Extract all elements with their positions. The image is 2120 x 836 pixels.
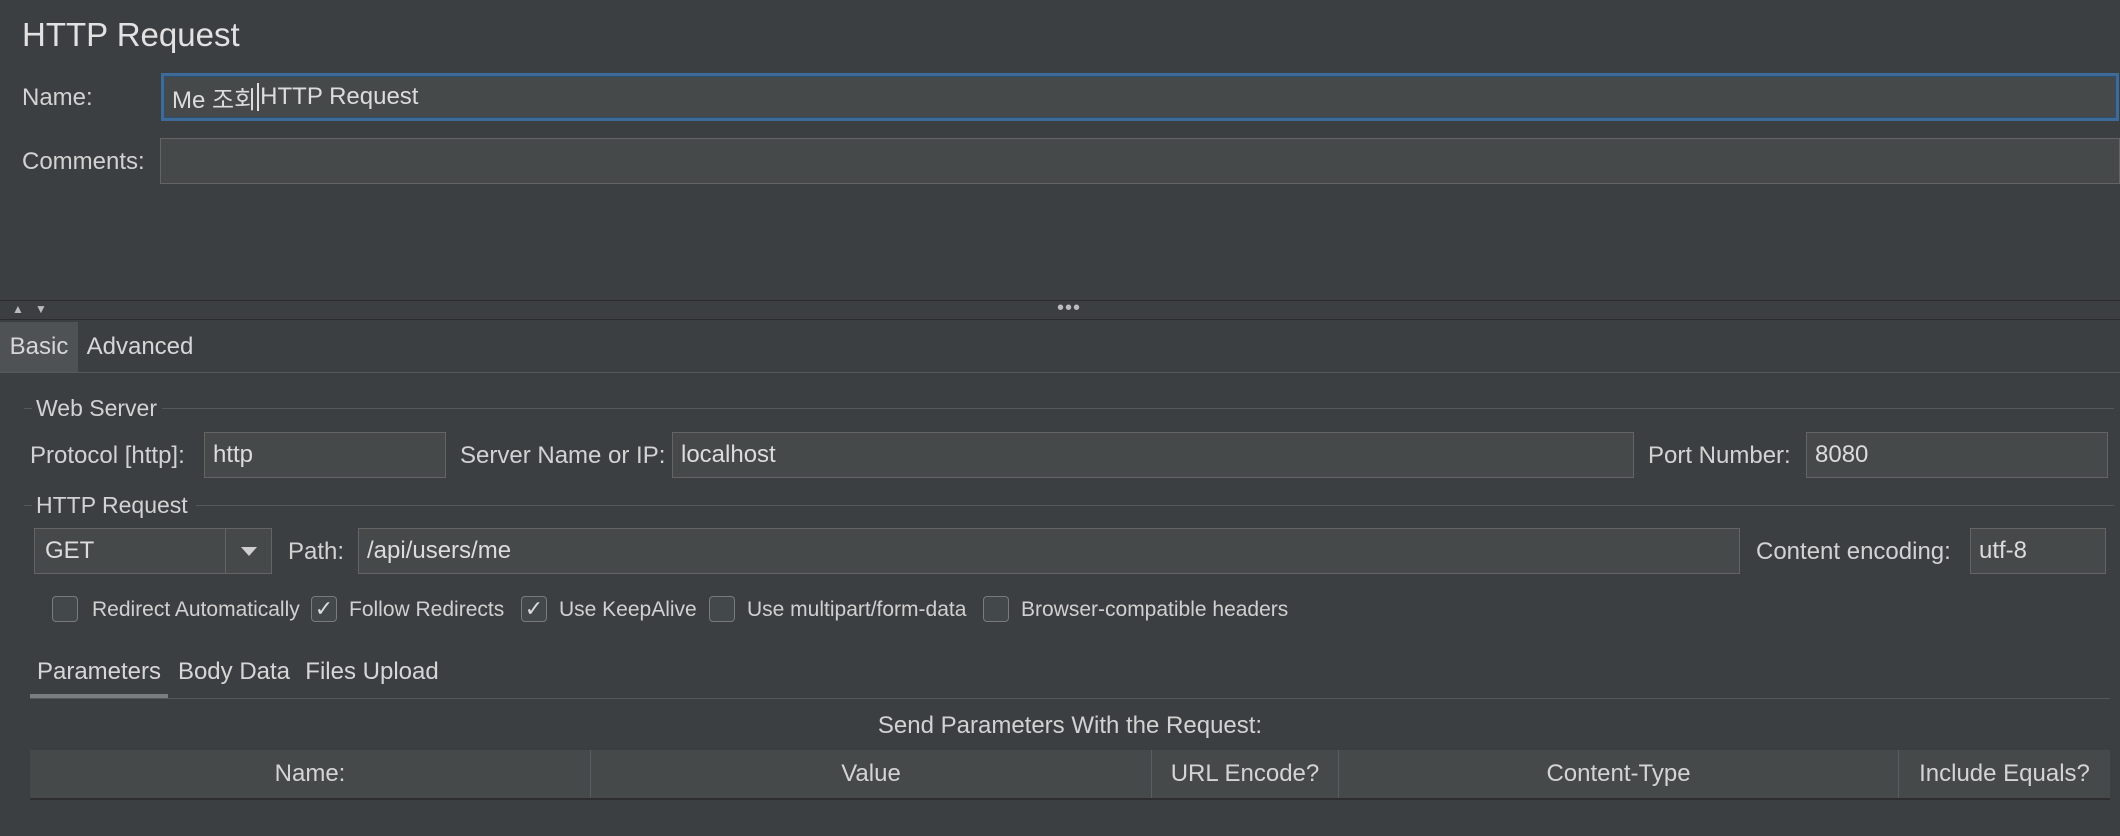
method-value: GET [45, 537, 95, 564]
comments-label: Comments: [22, 148, 145, 175]
follow-redirects-label: Follow Redirects [349, 598, 505, 621]
content-encoding-input[interactable]: utf-8 [1970, 528, 2106, 574]
protocol-input[interactable]: http [204, 432, 446, 478]
group-border [24, 505, 32, 506]
chevron-down-icon[interactable] [225, 529, 271, 573]
group-border [162, 408, 2114, 409]
panel-title: HTTP Request [22, 16, 240, 53]
column-header-name[interactable]: Name: [30, 750, 591, 798]
name-label: Name: [22, 84, 93, 111]
splitter-grip-icon[interactable]: ••• [1057, 297, 1081, 320]
column-header-value[interactable]: Value [591, 750, 1152, 798]
port-label: Port Number: [1648, 442, 1791, 469]
http-request-legend: HTTP Request [36, 492, 188, 518]
path-label: Path: [288, 538, 345, 565]
content-encoding-label: Content encoding: [1756, 538, 1951, 565]
method-select[interactable]: GET [34, 528, 272, 574]
tab-advanced[interactable]: Advanced [78, 322, 202, 372]
text-caret [257, 83, 260, 111]
name-input-text-before: Me 조회 [172, 86, 257, 114]
path-input[interactable]: /api/users/me [358, 528, 1740, 574]
subtab-divider [30, 698, 2110, 699]
redirect-automatically-label: Redirect Automatically [92, 598, 300, 621]
column-header-include-equals[interactable]: Include Equals? [1899, 750, 2110, 798]
tab-body-data[interactable]: Body Data [172, 650, 296, 694]
server-name-label: Server Name or IP: [460, 442, 666, 469]
checkmark-icon: ✓ [314, 596, 334, 621]
params-table-header: Name: Value URL Encode? Content-Type Inc… [30, 750, 2110, 800]
use-multipart-checkbox[interactable] [709, 596, 735, 622]
tab-files-upload[interactable]: Files Upload [300, 650, 444, 694]
use-multipart-label: Use multipart/form-data [747, 598, 967, 621]
group-border [196, 505, 2114, 506]
group-border [24, 408, 32, 409]
tab-parameters[interactable]: Parameters [30, 650, 168, 694]
tab-basic[interactable]: Basic [0, 322, 78, 372]
column-header-url-encode[interactable]: URL Encode? [1152, 750, 1339, 798]
column-header-content-type[interactable]: Content-Type [1339, 750, 1899, 798]
redirect-automatically-checkbox[interactable] [52, 596, 78, 622]
tab-divider [0, 372, 2120, 373]
port-input[interactable]: 8080 [1806, 432, 2108, 478]
triangle-down-icon[interactable]: ▼ [35, 302, 47, 316]
protocol-label: Protocol [http]: [30, 442, 185, 469]
web-server-legend: Web Server [36, 395, 158, 421]
params-table-caption: Send Parameters With the Request: [877, 712, 1263, 739]
name-input[interactable]: Me 조회 HTTP Request [161, 73, 2119, 121]
use-keepalive-label: Use KeepAlive [559, 598, 697, 621]
checkmark-icon: ✓ [524, 596, 544, 621]
follow-redirects-checkbox[interactable]: ✓ [311, 596, 337, 622]
use-keepalive-checkbox[interactable]: ✓ [521, 596, 547, 622]
name-input-text-after: HTTP Request [260, 83, 419, 110]
browser-compatible-headers-label: Browser-compatible headers [1021, 598, 1289, 621]
comments-input[interactable] [160, 138, 2120, 184]
server-name-input[interactable]: localhost [672, 432, 1634, 478]
triangle-up-icon[interactable]: ▲ [12, 302, 24, 316]
browser-compatible-headers-checkbox[interactable] [983, 596, 1009, 622]
